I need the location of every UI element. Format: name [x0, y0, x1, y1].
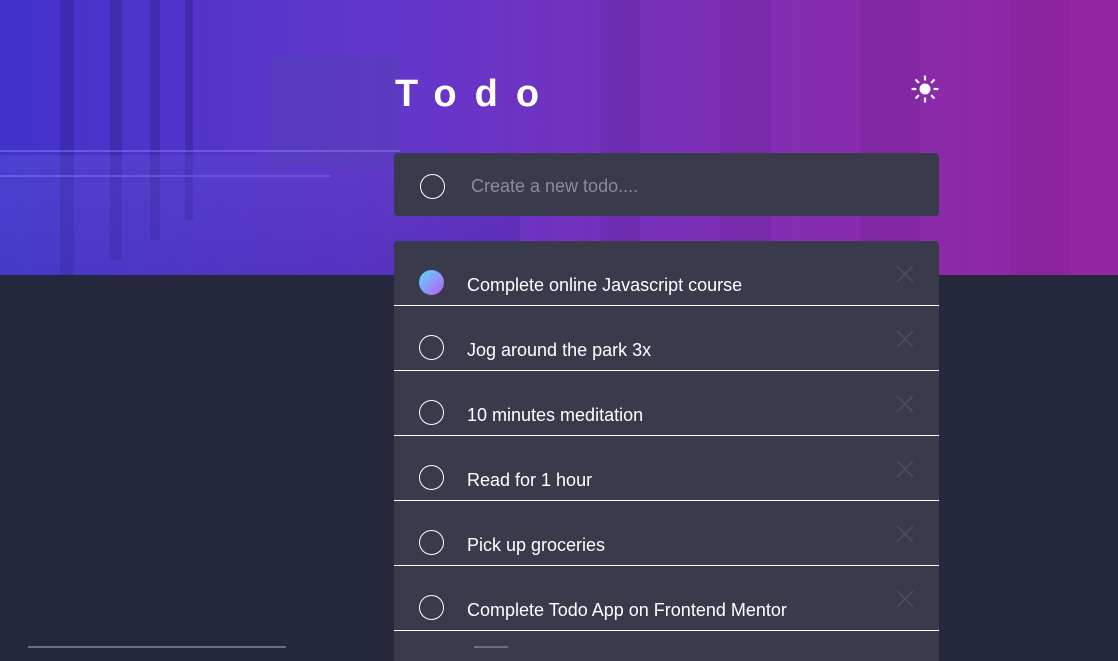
- new-todo-input[interactable]: [469, 170, 913, 202]
- theme-toggle-button[interactable]: [910, 74, 940, 104]
- todo-label: 10 minutes meditation: [467, 405, 644, 425]
- cross-icon[interactable]: [894, 328, 916, 350]
- todo-label: Complete Todo App on Frontend Mentor: [467, 600, 787, 620]
- cross-icon[interactable]: [894, 588, 916, 610]
- hero-overlay: [0, 0, 1118, 275]
- check-circle[interactable]: [419, 530, 444, 555]
- check-circle[interactable]: [419, 400, 444, 425]
- check-circle[interactable]: [419, 335, 444, 360]
- new-todo-card: [394, 153, 939, 216]
- todo-item[interactable]: Complete online Javascript course: [394, 241, 939, 306]
- todo-item[interactable]: Pick up groceries: [394, 501, 939, 566]
- todo-label: Pick up groceries: [467, 535, 606, 555]
- cross-icon[interactable]: [894, 458, 916, 480]
- todo-label: Jog around the park 3x: [467, 340, 652, 360]
- todo-item[interactable]: 10 minutes meditation: [394, 371, 939, 436]
- check-circle-completed[interactable]: [419, 270, 444, 295]
- todo-label: Complete online Javascript course: [467, 275, 743, 295]
- page-title: Todo: [395, 73, 558, 115]
- todo-label: Read for 1 hour: [467, 470, 593, 490]
- todo-item[interactable]: Complete Todo App on Frontend Mentor: [394, 566, 939, 631]
- new-todo-check-circle[interactable]: [420, 174, 445, 199]
- todo-item[interactable]: Jog around the park 3x: [394, 306, 939, 371]
- check-circle[interactable]: [419, 465, 444, 490]
- cross-icon[interactable]: [894, 523, 916, 545]
- hero-background-image: [0, 0, 1118, 275]
- cross-icon[interactable]: [894, 393, 916, 415]
- cross-icon[interactable]: [894, 263, 916, 285]
- todo-list: Complete online Javascript course Jog ar…: [394, 241, 939, 661]
- sun-icon: [911, 75, 939, 103]
- todo-item[interactable]: Read for 1 hour: [394, 436, 939, 501]
- check-circle[interactable]: [419, 595, 444, 620]
